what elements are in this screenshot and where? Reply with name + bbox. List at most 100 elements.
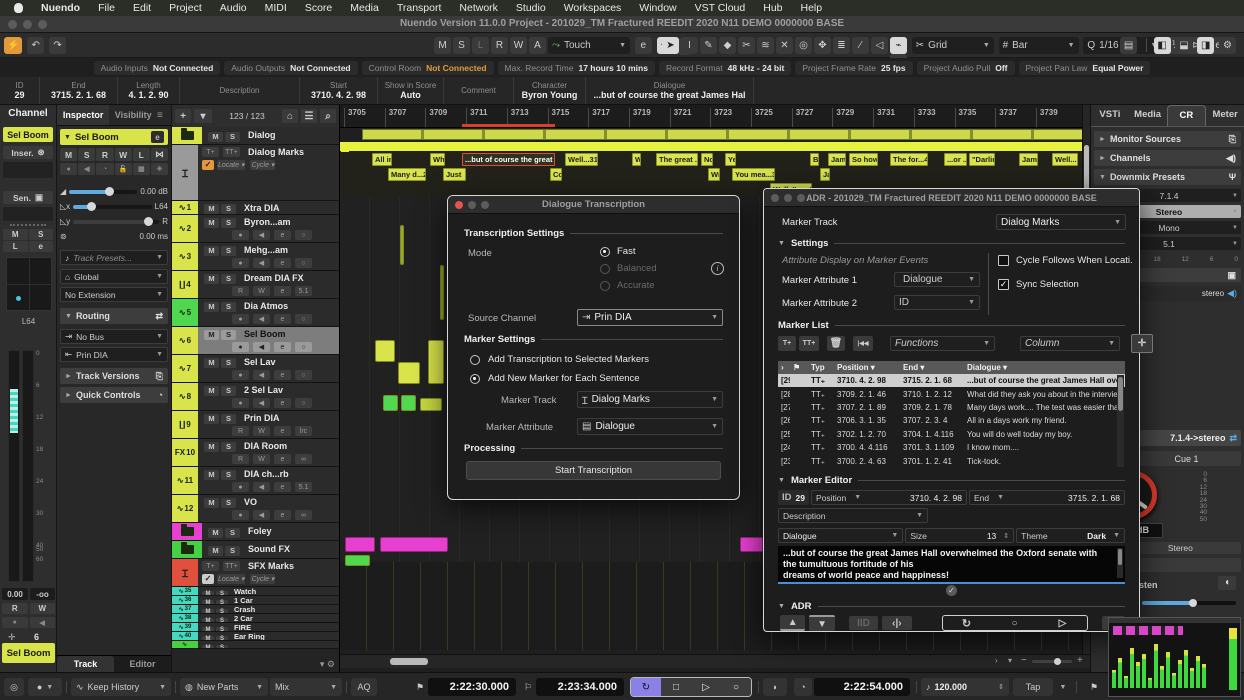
marker-table-row[interactable]: [29]TT₊3710. 4. 2. 983715. 2. 1. 68...bu… xyxy=(778,374,1125,387)
record-enable-button[interactable]: ● xyxy=(232,230,249,240)
pan-xy-pad[interactable] xyxy=(6,257,52,311)
cycle-button[interactable]: ↻ xyxy=(631,678,661,696)
track-m-button[interactable]: M xyxy=(204,302,219,312)
adr-section-header[interactable]: ▼ADR xyxy=(778,601,1125,612)
edit-channel-button[interactable]: e xyxy=(274,314,291,324)
peak-value[interactable]: -oo xyxy=(30,588,55,600)
audio-event[interactable] xyxy=(345,537,375,552)
auto-quantize-button[interactable]: AQ xyxy=(351,678,377,696)
track-m-button[interactable]: M xyxy=(204,414,219,424)
adr-settings-header[interactable]: ▼Settings xyxy=(778,238,1125,249)
cycle-dropdown[interactable]: Cycle ▾ xyxy=(250,574,275,584)
adr-marker-track-dropdown[interactable]: Dialog Marks▼ xyxy=(996,214,1126,230)
inspector-icon-button-4[interactable]: ▦ xyxy=(133,163,150,175)
track-presets-dropdown[interactable]: ♪Track Presets...▼ xyxy=(60,250,168,265)
mixer-thumbnail-window[interactable] xyxy=(1108,617,1241,697)
marker-up-button[interactable]: ▲ xyxy=(780,615,805,631)
marker-event[interactable]: Many d...27 xyxy=(388,168,426,181)
monitor-button[interactable]: ◀ xyxy=(253,314,270,324)
marker-event[interactable]: ...or ...44 xyxy=(944,153,967,166)
metronome-button[interactable]: ◎ xyxy=(4,678,24,696)
track-row-watch[interactable]: ∿35MSWatch xyxy=(172,587,339,596)
freeze-or-format-button[interactable]: ○ xyxy=(295,370,312,380)
right-locator-time[interactable]: 2:23:34.000 xyxy=(536,678,624,696)
right-tab-cr[interactable]: CR xyxy=(1167,105,1207,126)
edit-channel-button[interactable]: e xyxy=(274,454,291,464)
zoom-in-icon[interactable]: + xyxy=(1077,655,1083,666)
description-field[interactable]: Description▼ xyxy=(778,508,928,523)
minimize-dialog-button[interactable] xyxy=(468,201,476,209)
inspector-icon-button-3[interactable]: 🔓 xyxy=(115,163,132,175)
adr-play-button[interactable]: ▷ xyxy=(1039,617,1087,630)
monitor-button[interactable]: ◀ xyxy=(253,230,270,240)
freeze-or-format-button[interactable]: 5.1 xyxy=(295,482,312,492)
channel-record-enable-button[interactable]: ● xyxy=(2,617,28,628)
quick-controls-section[interactable]: ►Quick Controls◔ xyxy=(60,387,168,403)
track-row-dia-atmos[interactable]: ∿5MSDia Atmos●◀e○ xyxy=(172,299,339,327)
track-m-button[interactable]: M xyxy=(204,218,219,228)
track-m-button[interactable]: M xyxy=(202,645,214,650)
monitor-button[interactable]: ◀ xyxy=(253,510,270,520)
horizontal-scrollbar[interactable]: › ▾ − + xyxy=(340,654,1090,668)
monitor-button[interactable]: W xyxy=(253,286,270,296)
marker-event[interactable]: No xyxy=(701,153,713,166)
zoom-dialog-button[interactable] xyxy=(481,201,489,209)
channel-monitor-button[interactable]: ◀ xyxy=(30,617,56,628)
left-locator-time[interactable]: 2:22:30.000 xyxy=(428,678,516,696)
record-enable-button[interactable]: R xyxy=(232,454,249,464)
marker-event[interactable]: Wr xyxy=(708,168,720,181)
channel-e-button[interactable]: e xyxy=(29,241,54,252)
marker-track-dropdown[interactable]: ꞮDialog Marks▼ xyxy=(577,391,723,408)
channel-l-button[interactable]: L xyxy=(3,241,28,252)
audio-event[interactable] xyxy=(345,555,370,566)
tap-options-caret[interactable]: ▼ xyxy=(1056,678,1070,696)
freeze-or-format-button[interactable]: ○ xyxy=(295,398,312,408)
sends-button[interactable]: Sen.▣ xyxy=(3,191,53,204)
channels-section[interactable]: ►Channels◀) xyxy=(1094,150,1241,166)
column-dropdown[interactable]: Column▼ xyxy=(1020,336,1120,351)
bottom-tab-track[interactable]: Track xyxy=(57,656,114,672)
track-s-button[interactable]: S xyxy=(221,246,236,256)
extension-dropdown[interactable]: No Extension▼ xyxy=(60,287,168,302)
monitor-button[interactable]: ◀ xyxy=(253,370,270,380)
record-enable-button[interactable]: ● xyxy=(232,314,249,324)
record-enable-button[interactable]: ● xyxy=(232,370,249,380)
edit-channel-button[interactable]: e xyxy=(274,258,291,268)
audio-event[interactable] xyxy=(400,225,404,265)
downmix-presets-section[interactable]: ▼Downmix PresetsΨ xyxy=(1094,169,1241,185)
marker-table-row[interactable]: [26]TT₊3706. 3. 1. 353707. 2. 3. 4All in… xyxy=(778,414,1125,427)
start-transcription-button[interactable]: Start Transcription xyxy=(466,461,721,480)
track-row-prin-dia[interactable]: ∐9MSPrin DIARWelrc xyxy=(172,411,339,439)
marker-editor-header[interactable]: ▼Marker Editor xyxy=(778,475,1125,486)
add-marker-button[interactable]: T+ xyxy=(202,561,219,571)
freeze-or-format-button[interactable]: ∞ xyxy=(295,454,312,464)
right-locator-icon[interactable]: ⚐ xyxy=(520,678,536,696)
marker-event[interactable]: All in xyxy=(372,153,392,166)
track-m-button[interactable]: M xyxy=(204,470,219,480)
cycle-follows-checkbox[interactable]: Cycle Follows When Locati. xyxy=(998,255,1133,266)
edit-channel-button[interactable]: e xyxy=(274,370,291,380)
confirm-text-button[interactable]: ✓ xyxy=(946,585,957,596)
track-row-dialog[interactable]: MSDialog xyxy=(172,127,339,145)
marker-table-scrollbar[interactable] xyxy=(1117,375,1124,467)
functions-dropdown[interactable]: Functions▼ xyxy=(890,336,995,351)
marker-event[interactable]: Wha xyxy=(430,153,445,166)
folder-icon[interactable] xyxy=(181,545,194,554)
global-dropdown[interactable]: ⌂Global▼ xyxy=(60,269,168,284)
marker-table-row[interactable]: [28]TT₊3709. 2. 1. 463710. 1. 2. 12What … xyxy=(778,387,1125,400)
attr2-dropdown[interactable]: ID▼ xyxy=(894,295,980,310)
cycle-dropdown[interactable]: Cycle ▾ xyxy=(250,160,275,170)
track-row-sfx-marks[interactable]: ꞮT+TT+SFX Marks✓Locate ▾Cycle ▾ xyxy=(172,559,339,587)
marker-event[interactable]: Cc xyxy=(550,168,562,181)
right-tab-vsti[interactable]: VSTi xyxy=(1091,105,1129,126)
sends-slot[interactable] xyxy=(3,207,53,221)
track-row-dream-dia-fx[interactable]: ∐4MSDream DIA FXRWe5.1 xyxy=(172,271,339,299)
record-enable-button[interactable]: ● xyxy=(232,258,249,268)
track-search-button[interactable]: ⌕ xyxy=(320,109,336,123)
audio-event[interactable] xyxy=(401,395,416,411)
channel-m-button[interactable]: M xyxy=(3,229,28,240)
track-s-button[interactable]: S xyxy=(221,470,236,480)
mode-balanced-radio[interactable]: Balanced xyxy=(600,263,657,274)
add-cycle-marker-button[interactable]: TT+ xyxy=(799,336,819,351)
inspector-icon-button-2[interactable]: ◔ xyxy=(96,163,113,175)
